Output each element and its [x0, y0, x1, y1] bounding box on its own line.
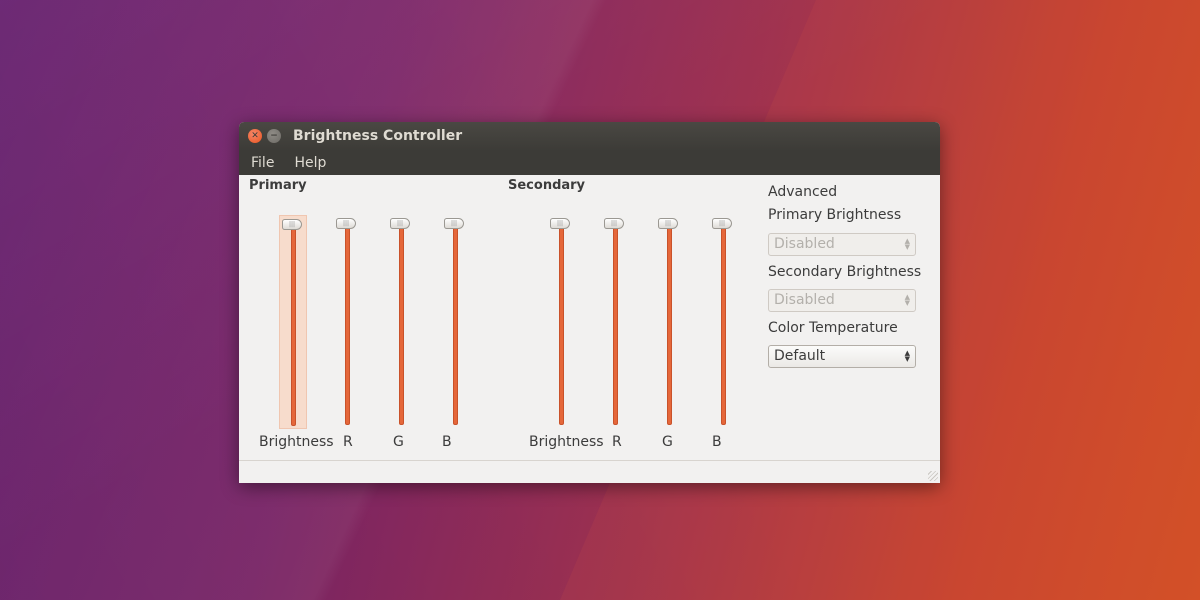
- statusbar: [239, 460, 940, 483]
- updown-arrows-icon: ▲ ▼: [904, 237, 910, 251]
- menubar: File Help: [239, 151, 940, 175]
- slider-track: [559, 225, 564, 425]
- close-icon[interactable]: ✕: [248, 129, 262, 143]
- slider-thumb[interactable]: |||: [550, 218, 570, 229]
- slider-thumb[interactable]: |||: [712, 218, 732, 229]
- slider-track: [399, 225, 404, 425]
- secondary-r-label: R: [612, 434, 622, 450]
- window-title: Brightness Controller: [293, 128, 463, 144]
- slider-track: [721, 225, 726, 425]
- color-temperature-heading: Color Temperature: [768, 320, 898, 336]
- updown-arrows-icon: ▲ ▼: [904, 349, 910, 363]
- secondary-r-slider[interactable]: |||: [602, 215, 628, 427]
- slider-track: [613, 225, 618, 425]
- primary-brightness-combo: Disabled ▲ ▼: [768, 233, 916, 256]
- primary-b-label: B: [442, 434, 452, 450]
- slider-thumb[interactable]: |||: [444, 218, 464, 229]
- slider-track: [291, 226, 296, 426]
- secondary-brightness-label: Brightness: [529, 434, 604, 450]
- secondary-brightness-slider[interactable]: |||: [548, 215, 574, 427]
- slider-track: [345, 225, 350, 425]
- advanced-heading: Advanced: [768, 184, 838, 200]
- secondary-b-slider[interactable]: |||: [710, 215, 736, 427]
- secondary-b-label: B: [712, 434, 722, 450]
- primary-g-slider[interactable]: |||: [388, 215, 414, 427]
- slider-thumb[interactable]: |||: [282, 219, 302, 230]
- secondary-brightness-heading: Secondary Brightness: [768, 264, 922, 280]
- secondary-brightness-combo: Disabled ▲ ▼: [768, 289, 916, 312]
- slider-thumb[interactable]: |||: [390, 218, 410, 229]
- menu-help[interactable]: Help: [294, 155, 326, 171]
- resize-grip-icon[interactable]: [928, 471, 938, 481]
- minimize-icon[interactable]: −: [267, 129, 281, 143]
- primary-brightness-slider[interactable]: |||: [279, 215, 307, 429]
- primary-r-slider[interactable]: |||: [334, 215, 360, 427]
- secondary-g-label: G: [662, 434, 673, 450]
- color-temperature-combo[interactable]: Default ▲ ▼: [768, 345, 916, 368]
- slider-track: [453, 225, 458, 425]
- primary-b-slider[interactable]: |||: [442, 215, 468, 427]
- slider-thumb[interactable]: |||: [604, 218, 624, 229]
- menu-file[interactable]: File: [251, 155, 274, 171]
- slider-track: [667, 225, 672, 425]
- primary-brightness-heading: Primary Brightness: [768, 207, 902, 223]
- primary-g-label: G: [393, 434, 404, 450]
- brightness-controller-window: ✕ − Brightness Controller File Help Prim…: [239, 122, 940, 483]
- primary-r-label: R: [343, 434, 353, 450]
- slider-thumb[interactable]: |||: [336, 218, 356, 229]
- slider-thumb[interactable]: |||: [658, 218, 678, 229]
- main-content: Primary Secondary ||| ||| ||| ||| Bright…: [239, 175, 940, 460]
- color-temperature-combo-value: Default: [774, 348, 826, 364]
- primary-brightness-combo-value: Disabled: [774, 236, 835, 252]
- primary-section-title: Primary: [249, 178, 307, 193]
- secondary-section-title: Secondary: [508, 178, 586, 193]
- titlebar: ✕ − Brightness Controller: [239, 122, 940, 151]
- primary-brightness-label: Brightness: [259, 434, 334, 450]
- secondary-g-slider[interactable]: |||: [656, 215, 682, 427]
- secondary-brightness-combo-value: Disabled: [774, 292, 835, 308]
- updown-arrows-icon: ▲ ▼: [904, 293, 910, 307]
